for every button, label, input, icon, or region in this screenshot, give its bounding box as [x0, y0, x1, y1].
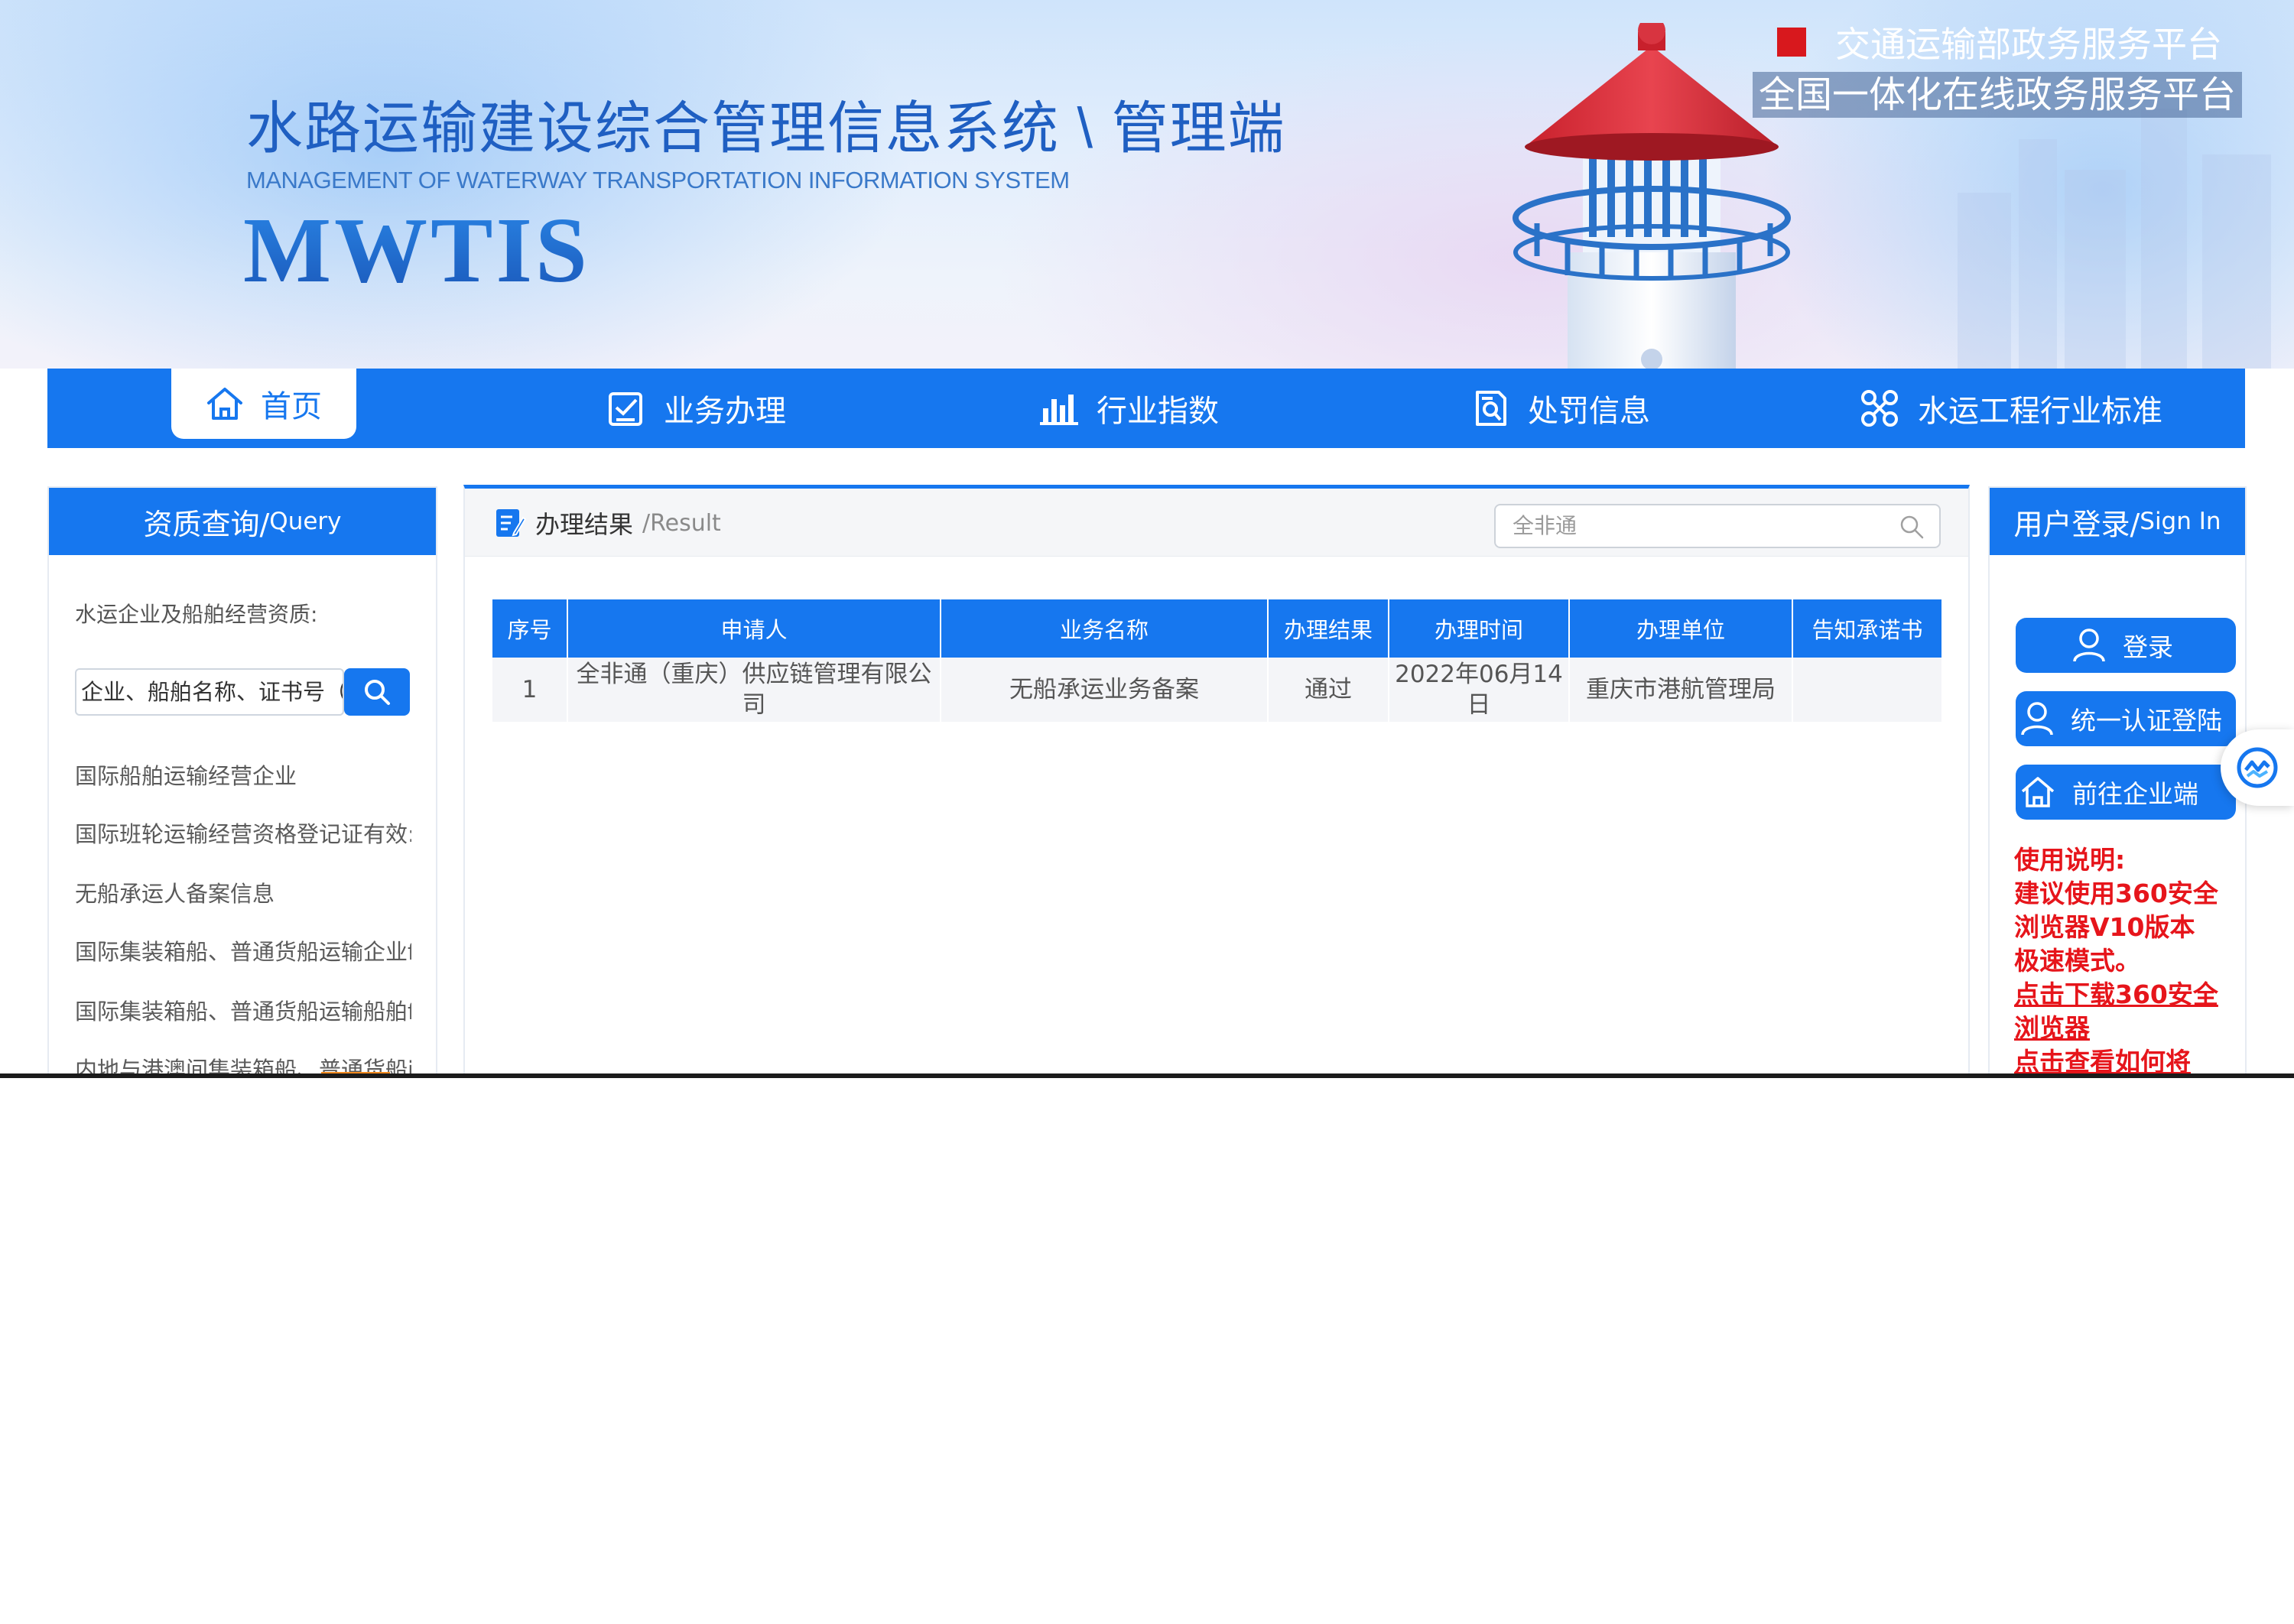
system-title: 水路运输建设综合管理信息系统 \ 管理端	[246, 96, 1286, 160]
table-row[interactable]: 1 全非通（重庆）供应链管理有限公司 无船承运业务备案 通过 2022年06月1…	[492, 658, 1943, 722]
table-header-row: 序号 申请人 业务名称 办理结果 办理时间 办理单位 告知承诺书	[492, 599, 1943, 658]
go-enterprise-button[interactable]: 前往企业端	[2016, 765, 2236, 820]
cell-applicant: 全非通（重庆）供应链管理有限公司	[567, 658, 941, 722]
col-header-unit: 办理单位	[1569, 599, 1793, 658]
cell-unit: 重庆市港航管理局	[1569, 658, 1793, 722]
qualification-search-input[interactable]: 企业、船舶名称、证书号（	[75, 668, 344, 716]
col-header-time: 办理时间	[1389, 599, 1570, 658]
result-panel: 办理结果 /Result 全非通	[463, 485, 1970, 1078]
network-icon	[1861, 390, 1898, 427]
system-subtitle: MANAGEMENT OF WATERWAY TRANSPORTATION IN…	[246, 167, 1070, 193]
download-browser-link-cont[interactable]: 浏览器	[2014, 1008, 2090, 1044]
cell-result: 通过	[1268, 658, 1389, 722]
query-link-intl-shipping[interactable]: 国际船舶运输经营企业	[75, 758, 411, 791]
cell-index: 1	[492, 658, 568, 722]
query-link-container-enterprise[interactable]: 国际集装箱船、普通货船运输企业f	[75, 934, 411, 966]
user-icon	[2021, 702, 2053, 736]
usage-note-line: 建议使用360安全	[2014, 879, 2218, 908]
bar-chart-icon	[1040, 395, 1078, 425]
user-login-header: 用户登录/Sign In	[1990, 488, 2245, 555]
checklist-icon	[609, 392, 642, 426]
result-panel-header: 办理结果 /Result 全非通	[465, 489, 1968, 557]
nav-item-business[interactable]: 业务办理	[607, 369, 786, 448]
platform-link-mot[interactable]: 交通运输部政务服务平台	[1777, 17, 2222, 67]
unified-auth-login-button[interactable]: 统一认证登陆	[2016, 691, 2236, 746]
usage-note-line: 浏览器V10版本	[2014, 912, 2195, 942]
search-icon[interactable]	[1899, 515, 1924, 539]
query-link-liner-registration[interactable]: 国际班轮运输经营资格登记证有效:	[75, 817, 411, 849]
viewport-bottom-edge	[0, 1073, 2294, 1078]
document-search-icon	[1476, 391, 1506, 426]
usage-note-line: 极速模式。	[2014, 946, 2140, 976]
result-title: 办理结果 /Result	[494, 505, 721, 541]
home-icon	[207, 388, 242, 420]
download-browser-link[interactable]: 点击下载360安全	[2014, 974, 2218, 1011]
search-icon	[365, 680, 390, 705]
main-nav: 首页 业务办理 行业指数 处罚信息 水运工程行业标准	[47, 369, 2245, 448]
col-header-index: 序号	[492, 599, 568, 658]
nav-item-home[interactable]: 首页	[171, 369, 356, 439]
cell-time: 2022年06月14日	[1389, 658, 1570, 722]
how-to-guide-link[interactable]: 点击查看如何将	[2014, 1041, 2191, 1078]
edit-document-icon	[496, 509, 526, 537]
col-header-business: 业务名称	[941, 599, 1269, 658]
qualification-search-button[interactable]	[344, 668, 410, 716]
home-icon	[2021, 777, 2055, 807]
result-search-input[interactable]: 全非通	[1494, 504, 1941, 548]
col-header-result: 办理结果	[1268, 599, 1389, 658]
red-square-icon	[1777, 28, 1806, 57]
col-header-commitment: 告知承诺书	[1792, 599, 1943, 658]
col-header-applicant: 申请人	[567, 599, 941, 658]
query-link-nvocc[interactable]: 无船承运人备案信息	[75, 876, 411, 908]
assistant-icon	[2237, 747, 2278, 788]
usage-note-title: 使用说明:	[2014, 845, 2126, 875]
platform-link-national[interactable]: 全国一体化在线政务服务平台	[1753, 72, 2243, 118]
nav-item-standards[interactable]: 水运工程行业标准	[1860, 369, 2162, 448]
query-link-container-ship[interactable]: 国际集装箱船、普通货船运输船舶f	[75, 994, 411, 1026]
screenshot: 水路运输建设综合管理信息系统 \ 管理端 MANAGEMENT OF WATER…	[0, 0, 2294, 1078]
system-logo-text: MWTIS	[243, 197, 590, 304]
cell-business: 无船承运业务备案	[941, 658, 1269, 722]
qualification-query-header: 资质查询/Query	[49, 488, 436, 555]
user-icon	[2073, 628, 2105, 662]
query-label: 水运企业及船舶经营资质:	[75, 602, 318, 627]
cell-commitment[interactable]	[1792, 658, 1943, 722]
header-banner: 水路运输建设综合管理信息系统 \ 管理端 MANAGEMENT OF WATER…	[0, 0, 2294, 369]
nav-item-index[interactable]: 行业指数	[1040, 369, 1219, 448]
login-button[interactable]: 登录	[2016, 618, 2236, 673]
nav-item-penalty[interactable]: 处罚信息	[1474, 369, 1650, 448]
result-table: 序号 申请人 业务名称 办理结果 办理时间 办理单位 告知承诺书 1 全非通（重…	[492, 599, 1943, 722]
floating-assistant-button[interactable]	[2221, 729, 2294, 806]
